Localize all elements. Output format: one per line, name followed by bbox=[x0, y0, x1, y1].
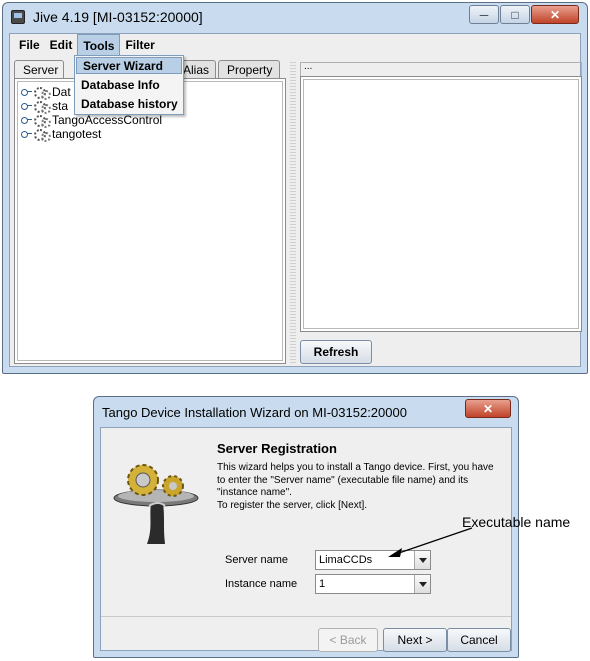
expand-handle-icon[interactable] bbox=[21, 102, 32, 110]
title-bar: Jive 4.19 [MI-03152:20000] ─ □ ✕ bbox=[3, 3, 587, 33]
tree-item[interactable]: sta bbox=[21, 99, 69, 114]
menu-filter[interactable]: Filter bbox=[120, 34, 159, 56]
window-title: Jive 4.19 [MI-03152:20000] bbox=[33, 9, 203, 25]
wizard-close-button[interactable]: ✕ bbox=[465, 399, 511, 418]
instance-name-label: Instance name bbox=[225, 578, 298, 590]
back-button[interactable]: < Back bbox=[318, 628, 378, 652]
tab-server[interactable]: Server bbox=[14, 60, 64, 79]
next-button[interactable]: Next > bbox=[383, 628, 447, 652]
tab-property[interactable]: Property bbox=[218, 60, 280, 78]
jive-client-area: File Edit Tools Filter Server Alias Prop… bbox=[9, 33, 582, 367]
menu-item-server-wizard[interactable]: Server Wizard bbox=[76, 57, 182, 74]
description-line: to enter the "Server name" (executable f… bbox=[217, 474, 469, 486]
waiter-tray-gears-icon bbox=[113, 464, 199, 544]
annotation-arrow-icon bbox=[388, 527, 473, 557]
app-icon bbox=[11, 10, 25, 24]
jive-main-window: Jive 4.19 [MI-03152:20000] ─ □ ✕ File Ed… bbox=[2, 2, 588, 374]
instance-name-value: 1 bbox=[319, 578, 326, 590]
wizard-heading: Server Registration bbox=[217, 441, 337, 456]
server-tree-panel: Dat sta TangoAccessControl tangotest bbox=[14, 78, 286, 364]
menu-file[interactable]: File bbox=[14, 34, 45, 56]
description-line: This wizard helps you to install a Tango… bbox=[217, 462, 494, 473]
server-gear-icon bbox=[34, 86, 51, 100]
expand-handle-icon[interactable] bbox=[21, 88, 32, 96]
menu-item-database-history[interactable]: Database history bbox=[75, 94, 183, 113]
chevron-down-icon[interactable] bbox=[414, 575, 430, 593]
tools-dropdown-menu: Server Wizard Database Info Database his… bbox=[74, 55, 184, 115]
menu-edit[interactable]: Edit bbox=[45, 34, 78, 56]
menu-bar: File Edit Tools Filter bbox=[10, 34, 580, 56]
description-line: To register the server, click [Next]. bbox=[217, 499, 368, 511]
split-pane-divider[interactable] bbox=[290, 62, 296, 364]
cancel-button[interactable]: Cancel bbox=[447, 628, 511, 652]
server-gear-icon bbox=[34, 100, 51, 114]
right-panel-header: ... bbox=[300, 62, 582, 76]
divider bbox=[101, 616, 511, 617]
expand-handle-icon[interactable] bbox=[21, 130, 32, 138]
maximize-button[interactable]: □ bbox=[500, 5, 530, 24]
close-button[interactable]: ✕ bbox=[531, 5, 579, 24]
expand-handle-icon[interactable] bbox=[21, 116, 32, 124]
tree-item-label: TangoAccessControl bbox=[52, 113, 163, 127]
description-line: "instance name". bbox=[217, 487, 292, 498]
tree-item[interactable]: TangoAccessControl bbox=[21, 113, 163, 128]
details-panel bbox=[300, 76, 582, 332]
wizard-title: Tango Device Installation Wizard on MI-0… bbox=[102, 405, 407, 420]
menu-item-database-info[interactable]: Database Info bbox=[75, 75, 183, 94]
tree-item[interactable]: tangotest bbox=[21, 127, 102, 142]
server-gear-icon bbox=[34, 114, 51, 128]
wizard-description: This wizard helps you to install a Tango… bbox=[217, 462, 494, 512]
minimize-button[interactable]: ─ bbox=[469, 5, 499, 24]
tree-item-label: Dat bbox=[52, 85, 71, 99]
tree-item[interactable]: Dat bbox=[21, 85, 71, 100]
server-name-value: LimaCCDs bbox=[319, 554, 373, 566]
instance-name-combo[interactable]: 1 bbox=[315, 574, 431, 594]
server-name-label: Server name bbox=[225, 554, 288, 566]
refresh-button[interactable]: Refresh bbox=[300, 340, 372, 364]
tree-item-label: tangotest bbox=[52, 127, 102, 141]
tree-item-label: sta bbox=[52, 99, 69, 113]
menu-tools[interactable]: Tools bbox=[77, 34, 121, 56]
server-gear-icon bbox=[34, 128, 51, 142]
